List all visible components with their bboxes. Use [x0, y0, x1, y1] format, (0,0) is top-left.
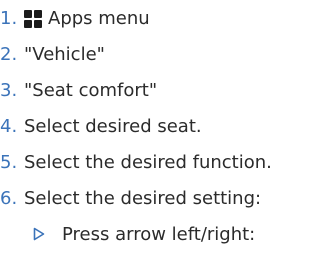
- step-number: 6.: [0, 187, 18, 209]
- step-label: Select the desired setting:: [24, 187, 262, 209]
- step-6: 6. Select the desired setting:: [0, 183, 261, 213]
- step-number: 3.: [0, 79, 18, 101]
- step-label: Select desired seat.: [24, 115, 202, 137]
- step-number: 5.: [0, 151, 18, 173]
- step-text: Apps menu: [24, 8, 150, 29]
- step-5: 5. Select the desired function.: [0, 147, 272, 177]
- triangle-right-icon: [33, 227, 45, 241]
- step-3: 3. "Seat comfort": [0, 75, 157, 105]
- step-label: "Vehicle": [24, 43, 105, 65]
- step-number: 4.: [0, 115, 18, 137]
- step-number: 2.: [0, 43, 18, 65]
- step-2: 2. "Vehicle": [0, 39, 105, 69]
- step-1: 1. Apps menu: [0, 3, 150, 33]
- step-number: 1.: [0, 7, 18, 29]
- substep-1: Press arrow left/right:: [33, 219, 255, 249]
- apps-grid-icon: [24, 9, 42, 28]
- substep-label: Press arrow left/right:: [62, 223, 256, 245]
- step-label: Select the desired function.: [24, 151, 272, 173]
- step-label: Apps menu: [48, 7, 150, 29]
- step-label: "Seat comfort": [24, 79, 158, 101]
- step-4: 4. Select desired seat.: [0, 111, 202, 141]
